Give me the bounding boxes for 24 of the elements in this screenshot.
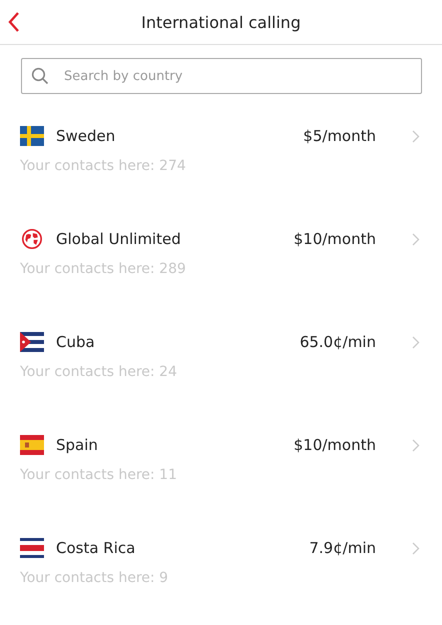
chevron-icon — [412, 438, 420, 452]
plan-name: Sweden — [56, 127, 116, 145]
plan-price: $10/month — [294, 230, 376, 248]
chevron-icon — [412, 232, 420, 246]
flag-icon — [20, 126, 44, 146]
search-field[interactable]: Search by country — [21, 58, 422, 94]
flag-icon — [20, 435, 44, 455]
plan-name: Global Unlimited — [56, 230, 182, 248]
chevron-icon — [412, 542, 420, 554]
flag-icon — [20, 332, 44, 352]
search-icon — [31, 67, 49, 85]
plan-name: Costa Rica — [56, 539, 136, 557]
chevron-icon — [412, 130, 420, 142]
plan-name: Cuba — [56, 333, 96, 351]
flag-icon — [20, 538, 44, 558]
plan-price: $10/month — [294, 436, 376, 454]
plan-price: 65.0¢/min — [300, 333, 376, 351]
back-icon — [8, 12, 20, 32]
globe-icon — [20, 229, 44, 249]
plan-price: 7.9¢/min — [309, 539, 376, 557]
chevron-icon — [412, 336, 420, 348]
plan-price: $5/month — [303, 127, 376, 145]
page-title: International calling — [141, 12, 301, 32]
plan-name: Spain — [56, 436, 99, 454]
